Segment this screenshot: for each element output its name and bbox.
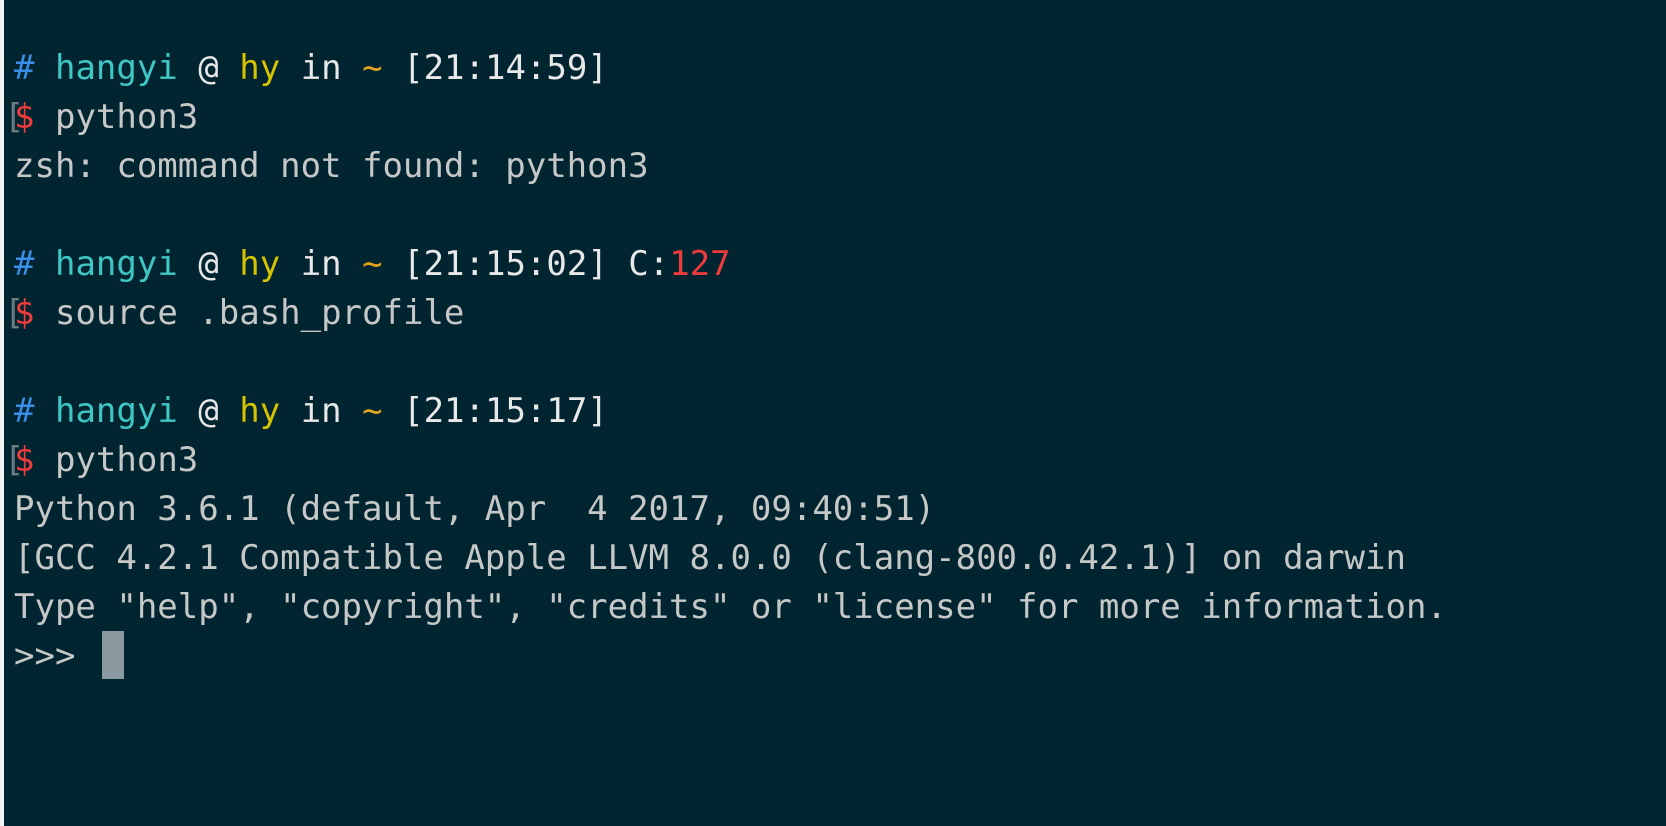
prompt-at: @ bbox=[198, 48, 219, 88]
prompt-user: hangyi bbox=[54, 391, 178, 431]
exit-code-label: C: bbox=[628, 244, 670, 284]
prompt-hash: # bbox=[14, 244, 35, 284]
command-text: python3 bbox=[54, 440, 199, 480]
prompt-user: hangyi bbox=[54, 244, 178, 284]
prompt-in: in bbox=[300, 391, 342, 431]
prompt-time: [21:15:17] bbox=[403, 391, 608, 431]
prompt-line-1: # hangyi @ hy in ~ [21:14:59] bbox=[14, 42, 608, 94]
prompt-in: in bbox=[300, 244, 342, 284]
prompt-line-2: # hangyi @ hy in ~ [21:15:02] C:127 bbox=[14, 238, 731, 290]
prompt-user: hangyi bbox=[54, 48, 178, 88]
prompt-host: hy bbox=[239, 391, 281, 431]
exit-code-value: 127 bbox=[669, 244, 731, 284]
prompt-path: ~ bbox=[362, 48, 383, 88]
prompt-dollar: $ bbox=[14, 440, 35, 480]
prompt-time: [21:15:02] bbox=[403, 244, 608, 284]
prompt-path: ~ bbox=[362, 391, 383, 431]
text-cursor[interactable] bbox=[101, 630, 124, 679]
python-banner-line-1: Python 3.6.1 (default, Apr 4 2017, 09:40… bbox=[14, 489, 936, 529]
command-line-2: [$ source .bash_profile bbox=[4, 287, 465, 339]
prompt-host: hy bbox=[239, 48, 281, 88]
prompt-time: [21:14:59] bbox=[403, 48, 608, 88]
python-banner-line-2: [GCC 4.2.1 Compatible Apple LLVM 8.0.0 (… bbox=[14, 538, 1406, 578]
command-text: python3 bbox=[54, 97, 199, 137]
prompt-dollar: $ bbox=[14, 293, 35, 333]
terminal-window[interactable]: # hangyi @ hy in ~ [21:14:59] [$ python3… bbox=[0, 0, 1666, 826]
prompt-hash: # bbox=[14, 48, 35, 88]
repl-prompt: >>> bbox=[14, 636, 76, 676]
mark-bracket: [ bbox=[4, 440, 25, 480]
prompt-line-3: # hangyi @ hy in ~ [21:15:17] bbox=[14, 385, 608, 437]
prompt-host: hy bbox=[239, 244, 281, 284]
command-line-1: [$ python3 bbox=[4, 91, 199, 143]
prompt-at: @ bbox=[198, 244, 219, 284]
repl-input-line[interactable]: >>> bbox=[14, 630, 124, 682]
prompt-in: in bbox=[300, 48, 342, 88]
mark-bracket: [ bbox=[4, 97, 25, 137]
output-error: zsh: command not found: python3 bbox=[14, 146, 649, 186]
prompt-at: @ bbox=[198, 391, 219, 431]
mark-bracket: [ bbox=[4, 293, 25, 333]
command-line-3: [$ python3 bbox=[4, 434, 199, 486]
python-banner-line-3: Type "help", "copyright", "credits" or "… bbox=[14, 587, 1447, 627]
command-text: source .bash_profile bbox=[54, 293, 465, 333]
prompt-path: ~ bbox=[362, 244, 383, 284]
prompt-dollar: $ bbox=[14, 97, 35, 137]
prompt-hash: # bbox=[14, 391, 35, 431]
